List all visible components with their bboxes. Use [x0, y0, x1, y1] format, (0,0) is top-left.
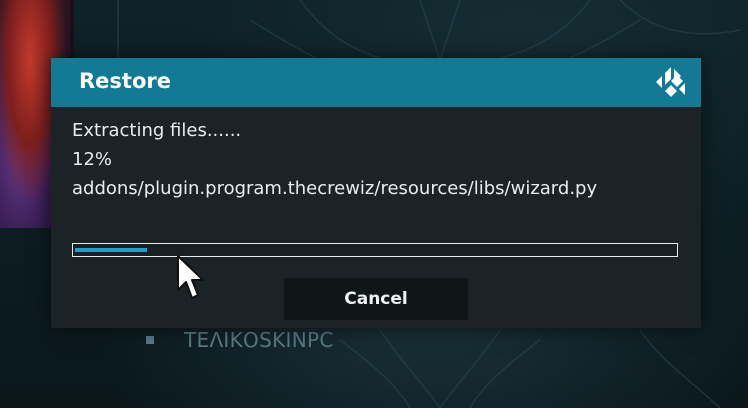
dialog-header: Restore	[51, 58, 701, 107]
progress-percent: 12%	[72, 149, 113, 170]
current-file-path: addons/plugin.program.thecrewiz/resource…	[72, 178, 598, 199]
cancel-button[interactable]: Cancel	[284, 278, 468, 320]
skin-list-item[interactable]: ΤΕΛΙΚΟSKINPC	[146, 326, 334, 354]
progress-bar-fill	[75, 248, 147, 252]
restore-dialog: Restore Extracting files...... 12% addon…	[51, 58, 701, 328]
status-text: Extracting files......	[72, 120, 242, 141]
kodi-logo-icon	[656, 67, 685, 97]
skin-list-item-label: ΤΕΛΙΚΟSKINPC	[184, 328, 334, 352]
mouse-pointer-icon	[177, 255, 204, 299]
bullet-icon	[146, 336, 154, 344]
dialog-title: Restore	[79, 69, 171, 93]
progress-bar	[72, 243, 678, 257]
